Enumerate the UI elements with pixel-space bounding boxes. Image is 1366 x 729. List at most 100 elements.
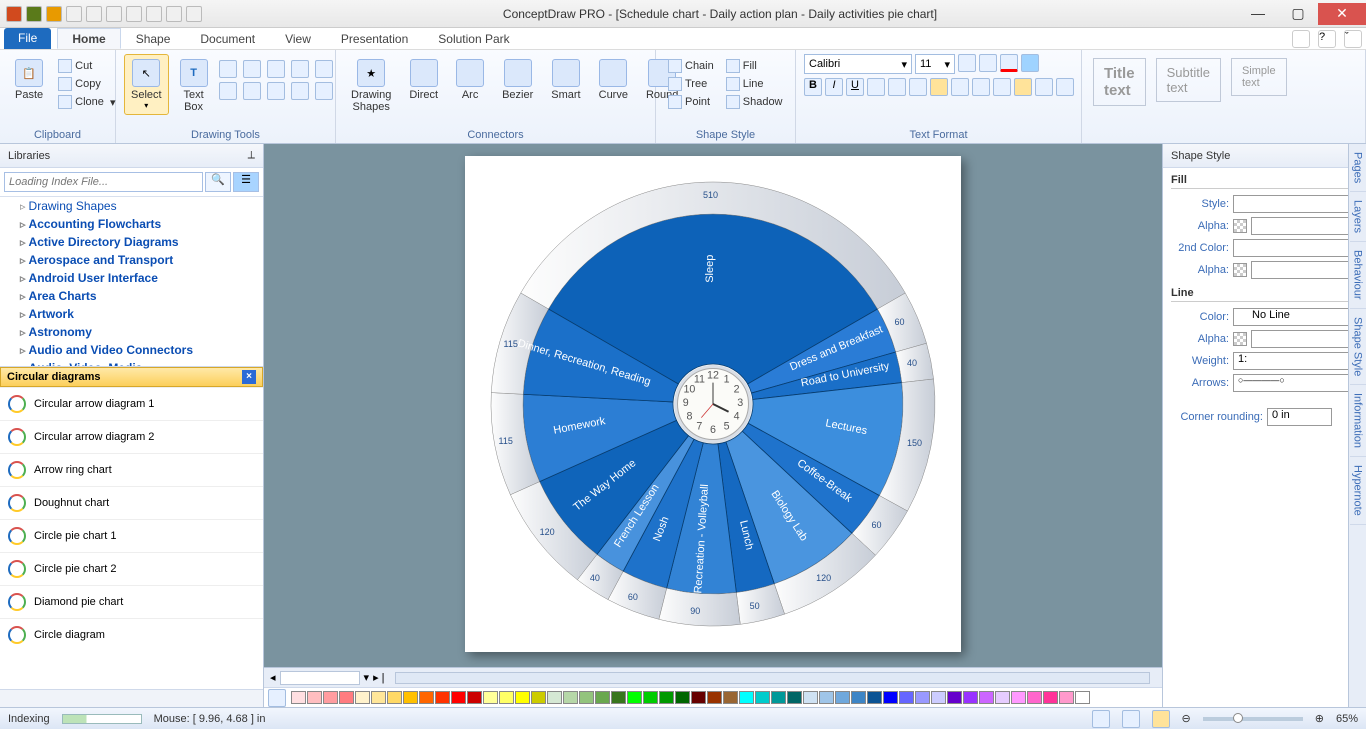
search-button[interactable]: 🔍 bbox=[205, 172, 231, 192]
library-tree-node[interactable]: ▹Aerospace and Transport bbox=[0, 251, 263, 269]
color-swatch[interactable] bbox=[435, 691, 450, 704]
cut-button[interactable]: Cut bbox=[54, 58, 119, 74]
library-tree-node[interactable]: ▹Active Directory Diagrams bbox=[0, 233, 263, 251]
library-tree-node[interactable]: ▹Accounting Flowcharts bbox=[0, 215, 263, 233]
font-grow[interactable] bbox=[958, 54, 976, 72]
hand-tool[interactable] bbox=[1092, 710, 1110, 728]
right-tab[interactable]: Pages bbox=[1350, 144, 1366, 192]
clone-button[interactable]: Clone ▾ bbox=[54, 94, 119, 110]
zoom-area[interactable] bbox=[1122, 710, 1140, 728]
color-swatch[interactable] bbox=[931, 691, 946, 704]
library-tree-node[interactable]: ▹Audio, Video, Media bbox=[0, 359, 263, 367]
chain-mode[interactable]: Chain bbox=[664, 58, 718, 74]
shape-list-item[interactable]: Doughnut chart bbox=[0, 486, 263, 519]
qat-icon[interactable] bbox=[46, 6, 62, 22]
library-tree-node[interactable]: ▹Artwork bbox=[0, 305, 263, 323]
paste-button[interactable]: 📋 Paste bbox=[8, 54, 50, 106]
view-toggle[interactable]: ☰ bbox=[233, 172, 259, 192]
draw-tool[interactable] bbox=[219, 82, 237, 100]
curve-connector[interactable]: Curve bbox=[592, 54, 635, 106]
shape-list-item[interactable]: Circular arrow diagram 2 bbox=[0, 420, 263, 453]
color-swatch[interactable] bbox=[883, 691, 898, 704]
shape-list-item[interactable]: Diamond pie chart bbox=[0, 585, 263, 618]
settings-icon[interactable] bbox=[1292, 30, 1310, 48]
color-swatch[interactable] bbox=[419, 691, 434, 704]
draw-tool[interactable] bbox=[291, 82, 309, 100]
corner-rounding-input[interactable]: 0 in bbox=[1267, 408, 1332, 426]
color-swatch[interactable] bbox=[515, 691, 530, 704]
font-color[interactable] bbox=[1000, 54, 1018, 72]
color-swatch[interactable] bbox=[387, 691, 402, 704]
zoom-in[interactable]: ⊕ bbox=[1315, 712, 1324, 725]
color-swatch[interactable] bbox=[547, 691, 562, 704]
highlight-color[interactable] bbox=[1021, 54, 1039, 72]
color-swatch[interactable] bbox=[659, 691, 674, 704]
tab-home[interactable]: Home bbox=[57, 28, 120, 49]
color-swatch[interactable] bbox=[403, 691, 418, 704]
color-swatch[interactable] bbox=[1043, 691, 1058, 704]
align-justify[interactable] bbox=[972, 78, 990, 96]
draw-tool[interactable] bbox=[243, 60, 261, 78]
draw-tool[interactable] bbox=[267, 60, 285, 78]
color-swatch[interactable] bbox=[723, 691, 738, 704]
close-button[interactable]: ✕ bbox=[1318, 3, 1366, 25]
color-swatch[interactable] bbox=[803, 691, 818, 704]
shape-list-item[interactable]: Circle pie chart 2 bbox=[0, 552, 263, 585]
tree-mode[interactable]: Tree bbox=[664, 76, 718, 92]
tab-document[interactable]: Document bbox=[185, 28, 270, 49]
tab-solution-park[interactable]: Solution Park bbox=[423, 28, 524, 49]
qat-icon[interactable] bbox=[106, 6, 122, 22]
color-swatch[interactable] bbox=[291, 691, 306, 704]
bezier-connector[interactable]: Bezier bbox=[495, 54, 540, 106]
line-alpha-slider[interactable] bbox=[1251, 330, 1358, 348]
color-swatch[interactable] bbox=[1075, 691, 1090, 704]
font-family-select[interactable]: Calibri▾ bbox=[804, 54, 912, 74]
copy-button[interactable]: Copy bbox=[54, 76, 119, 92]
fill-alpha-slider[interactable] bbox=[1251, 217, 1358, 235]
library-tree-node[interactable]: ▹Area Charts bbox=[0, 287, 263, 305]
color-swatch[interactable] bbox=[307, 691, 322, 704]
qat-icon[interactable] bbox=[86, 6, 102, 22]
line-color-select[interactable]: No Line▾ bbox=[1233, 308, 1358, 326]
color-swatch[interactable] bbox=[851, 691, 866, 704]
fill-style-select[interactable]: ▾ bbox=[1233, 195, 1358, 213]
line-menu[interactable]: Line bbox=[722, 76, 787, 92]
tab-nav-prev[interactable]: ◂ bbox=[270, 671, 276, 684]
draw-tool[interactable] bbox=[219, 60, 237, 78]
library-section-header[interactable]: Circular diagrams× bbox=[0, 367, 263, 387]
color-swatch[interactable] bbox=[1011, 691, 1026, 704]
page-tab[interactable] bbox=[280, 671, 360, 685]
arc-connector[interactable]: Arc bbox=[449, 54, 491, 106]
draw-tool[interactable] bbox=[291, 60, 309, 78]
qat-icon[interactable] bbox=[186, 6, 202, 22]
right-tab[interactable]: Shape Style bbox=[1350, 309, 1366, 385]
simple-text-style[interactable]: Simple text bbox=[1231, 58, 1287, 96]
font-size-select[interactable]: 11▾ bbox=[915, 54, 955, 74]
color-swatch[interactable] bbox=[611, 691, 626, 704]
color-swatch[interactable] bbox=[787, 691, 802, 704]
right-tab[interactable]: Information bbox=[1350, 385, 1366, 457]
color-swatch[interactable] bbox=[643, 691, 658, 704]
color-swatch[interactable] bbox=[467, 691, 482, 704]
color-swatch[interactable] bbox=[371, 691, 386, 704]
color-swatch[interactable] bbox=[499, 691, 514, 704]
shape-list-item[interactable]: Arrow ring chart bbox=[0, 453, 263, 486]
library-tree[interactable]: ▹Drawing Shapes▹Accounting Flowcharts▹Ac… bbox=[0, 197, 263, 367]
align-right[interactable] bbox=[951, 78, 969, 96]
right-tab[interactable]: Hypernote bbox=[1350, 457, 1366, 525]
color-swatch[interactable] bbox=[707, 691, 722, 704]
color-swatch[interactable] bbox=[867, 691, 882, 704]
minimize-button[interactable]: — bbox=[1238, 3, 1278, 25]
list-button[interactable] bbox=[1056, 78, 1074, 96]
color-swatch[interactable] bbox=[323, 691, 338, 704]
second-color-select[interactable]: ▾ bbox=[1233, 239, 1358, 257]
smart-connector[interactable]: Smart bbox=[544, 54, 587, 106]
fill-menu[interactable]: Fill bbox=[722, 58, 787, 74]
arrows-select[interactable]: ○————○▾ bbox=[1233, 374, 1358, 392]
align-left[interactable] bbox=[909, 78, 927, 96]
color-swatch[interactable] bbox=[675, 691, 690, 704]
superscript[interactable] bbox=[867, 78, 885, 96]
library-tree-node[interactable]: ▹Audio and Video Connectors bbox=[0, 341, 263, 359]
help-icon[interactable]: ? bbox=[1318, 30, 1336, 48]
underline-button[interactable]: U bbox=[846, 78, 864, 96]
